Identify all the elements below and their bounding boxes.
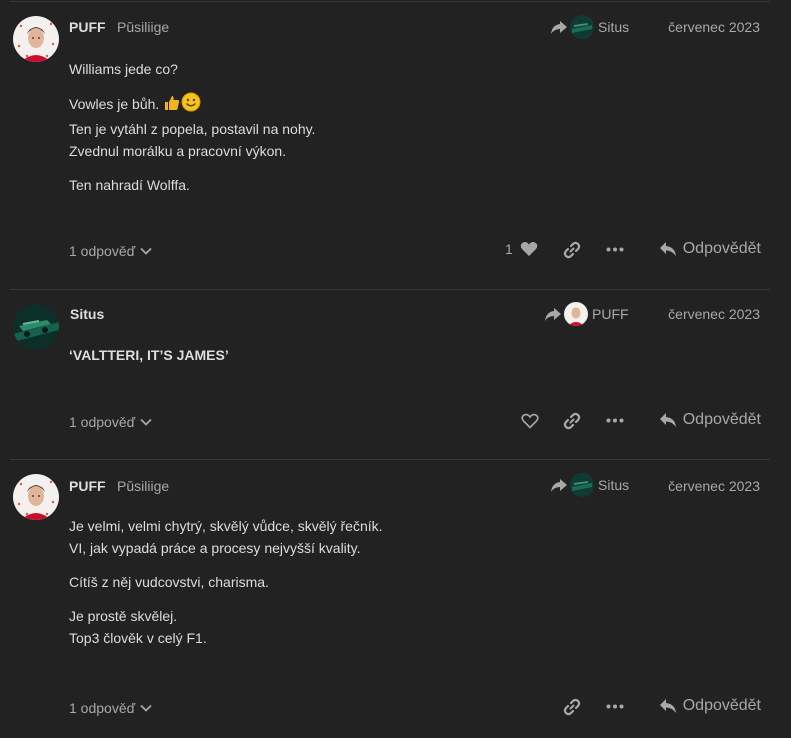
reply-label: Odpovědět — [682, 697, 761, 714]
reply-icon — [659, 242, 676, 256]
like-button[interactable]: 1 — [505, 241, 538, 257]
link-icon — [563, 412, 581, 430]
avatar-puff-mini — [564, 302, 588, 326]
reply-icon — [659, 413, 676, 427]
post-1: PUFF Pŭsiliige Situs červenec 2023 Willi… — [0, 0, 791, 290]
post-2: Situs PUFF červenec 2023 ‘VALTTERI, IT’S… — [0, 290, 791, 460]
body-line: ‘VALTTERI, IT’S JAMES’ — [69, 347, 229, 363]
reply-to-indicator[interactable]: Situs — [550, 15, 629, 39]
reply-icon — [659, 699, 676, 713]
reply-to-indicator[interactable]: Situs — [550, 473, 629, 497]
thumbs-up-emoji — [163, 94, 181, 118]
link-icon — [563, 698, 581, 716]
copy-link-button[interactable] — [563, 412, 581, 430]
chevron-down-icon — [140, 418, 152, 426]
post-body: ‘VALTTERI, IT’S JAMES’ — [69, 344, 229, 378]
post-user-title: Pŭsiliige — [117, 478, 170, 494]
avatar-situs-mini — [570, 15, 594, 39]
post-date[interactable]: červenec 2023 — [668, 306, 760, 322]
body-line: Williams jede co? — [69, 61, 178, 77]
heart-outline-icon — [521, 413, 539, 429]
like-count: 1 — [505, 241, 513, 257]
more-actions-button[interactable] — [606, 418, 624, 423]
avatar-situs[interactable] — [13, 304, 59, 350]
replies-label: 1 odpověď — [69, 414, 136, 430]
body-line: Vowles je bůh. — [69, 92, 315, 118]
share-icon — [551, 21, 567, 34]
body-line: Zvednul morálku a pracovní výkon. — [69, 143, 287, 159]
avatar-puff[interactable] — [13, 474, 59, 520]
avatar-situs-mini — [570, 473, 594, 497]
ellipsis-icon — [606, 247, 624, 252]
show-replies-button[interactable]: 1 odpověď — [69, 700, 152, 716]
replies-label: 1 odpověď — [69, 700, 136, 716]
body-line: Ten je vytáhl z popela, postavil na nohy… — [69, 121, 316, 137]
chevron-down-icon — [140, 247, 152, 255]
like-button[interactable] — [521, 413, 539, 429]
post-date[interactable]: červenec 2023 — [668, 19, 760, 35]
heart-icon — [520, 242, 538, 256]
body-line: VI, jak vypadá práce a procesy nejvyšší … — [69, 540, 361, 556]
more-actions-button[interactable] — [606, 247, 624, 252]
show-replies-button[interactable]: 1 odpověď — [69, 243, 152, 259]
body-line: Je velmi, velmi chytrý, skvělý vůdce, sk… — [69, 518, 383, 534]
post-3: PUFF Pŭsiliige Situs červenec 2023 Je ve… — [0, 460, 791, 738]
post-body: Williams jede co? Vowles je bůh. Ten je … — [69, 58, 315, 208]
reply-button[interactable]: Odpovědět — [659, 240, 761, 258]
share-icon — [551, 479, 567, 492]
more-actions-button[interactable] — [606, 704, 624, 709]
reply-to-username: Situs — [598, 19, 630, 35]
body-line: Cítíš z něj vudcovstvi, charisma. — [69, 574, 269, 590]
post-username[interactable]: PUFF — [69, 478, 106, 494]
body-line: Top3 člověk v celý F1. — [69, 630, 207, 646]
copy-link-button[interactable] — [563, 698, 581, 716]
show-replies-button[interactable]: 1 odpověď — [69, 414, 152, 430]
body-line: Je prostě skvělej. — [69, 608, 178, 624]
avatar-puff[interactable] — [13, 16, 59, 62]
smile-emoji — [181, 92, 201, 118]
reply-button[interactable]: Odpovědět — [659, 411, 761, 429]
post-date[interactable]: červenec 2023 — [668, 478, 760, 494]
reply-label: Odpovědět — [682, 240, 761, 257]
ellipsis-icon — [606, 704, 624, 709]
replies-label: 1 odpověď — [69, 243, 136, 259]
body-line: Ten nahradí Wolffa. — [69, 177, 190, 193]
post-body: Je velmi, velmi chytrý, skvělý vůdce, sk… — [69, 515, 383, 661]
post-user-title: Pŭsiliige — [117, 19, 170, 35]
post-username[interactable]: Situs — [70, 306, 104, 322]
reply-to-indicator[interactable]: PUFF — [544, 302, 629, 326]
link-icon — [563, 241, 581, 259]
copy-link-button[interactable] — [563, 241, 581, 259]
chevron-down-icon — [140, 704, 152, 712]
reply-to-username: PUFF — [592, 306, 629, 322]
reply-button[interactable]: Odpovědět — [659, 697, 761, 715]
ellipsis-icon — [606, 418, 624, 423]
share-icon — [545, 308, 561, 321]
reply-label: Odpovědět — [682, 411, 761, 428]
post-username[interactable]: PUFF — [69, 19, 106, 35]
reply-to-username: Situs — [598, 477, 630, 493]
